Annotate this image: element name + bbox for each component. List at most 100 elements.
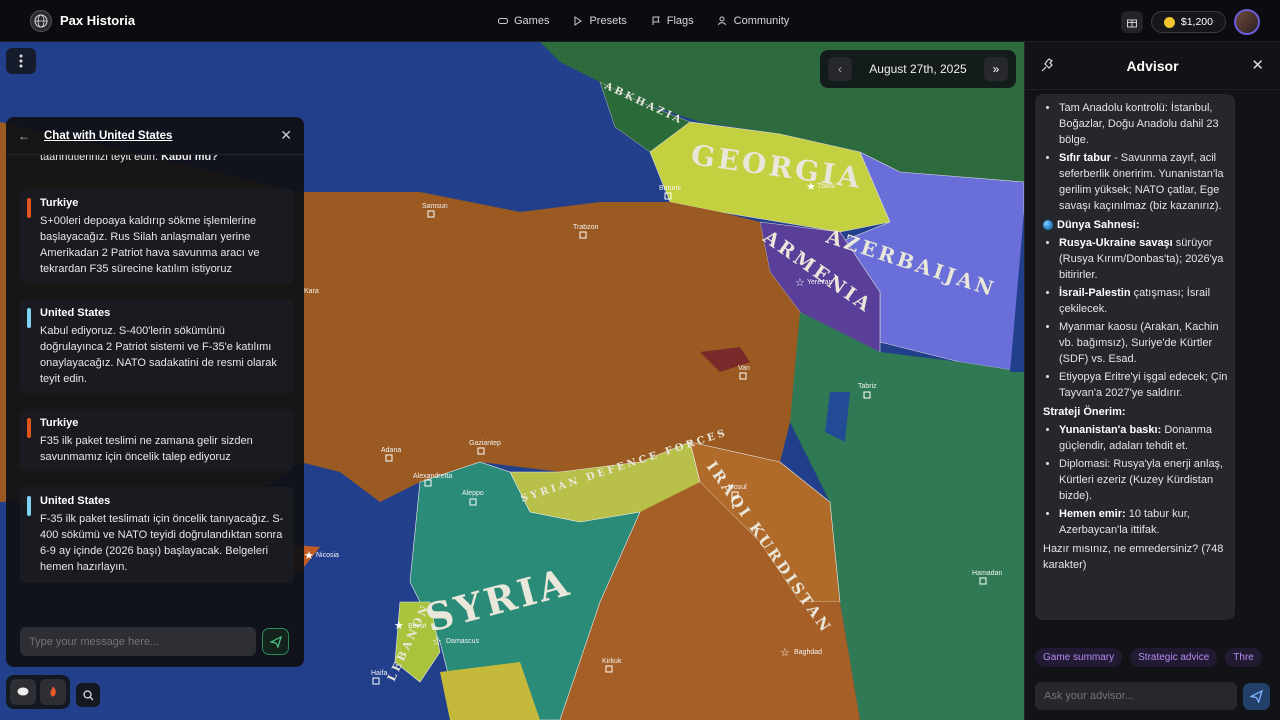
search-icon	[82, 689, 93, 700]
main-nav: Games Presets Flags Community	[498, 0, 789, 42]
diplomacy-chat-panel: ← Chat with United States ✕ taahhütlerin…	[6, 117, 304, 667]
chat-message: United States Kabul ediyoruz. S-400'leri…	[20, 299, 294, 393]
chip-strategic-advice[interactable]: Strategic advice	[1130, 648, 1218, 667]
city-label: Gaziantep	[469, 440, 501, 447]
chat-toggle-button[interactable]	[10, 679, 36, 705]
city-label: Haifa	[371, 670, 387, 677]
map-menu-button[interactable]	[6, 48, 36, 74]
globe-logo-icon	[30, 9, 52, 32]
chat-header: ← Chat with United States ✕	[6, 117, 304, 155]
list-item: Hemen emir: 10 tabur kur, Azerbaycan'la …	[1059, 506, 1233, 538]
users-icon	[717, 16, 726, 26]
message-sender: Turkiye	[40, 197, 79, 209]
sender-color-bar	[27, 496, 31, 516]
nav-games[interactable]: Games	[498, 15, 549, 27]
sender-color-bar	[27, 308, 31, 328]
message-text: S+00leri depoaya kaldırıp sökme işlemler…	[40, 215, 260, 275]
app-name: Pax Historia	[60, 13, 136, 28]
nav-presets-label: Presets	[589, 15, 627, 27]
nav-community[interactable]: Community	[717, 15, 789, 27]
balance-button[interactable]: $1,200	[1150, 11, 1226, 33]
capital-star-icon: ★	[394, 620, 404, 632]
advisor-toggle-button[interactable]	[40, 679, 66, 705]
user-avatar[interactable]	[1234, 9, 1260, 35]
nav-flags-label: Flags	[666, 15, 694, 27]
message-text: F-35 ilk paket teslimatı için öncelik ta…	[40, 513, 284, 573]
search-button[interactable]	[76, 683, 100, 707]
chevron-left-icon: ‹	[838, 62, 842, 76]
city-label: Yerevan	[807, 279, 833, 286]
city-label: Kirkuk	[602, 658, 622, 665]
chip-game-summary[interactable]: Game summary	[1035, 648, 1123, 667]
chip-threats[interactable]: Thre	[1225, 648, 1262, 667]
send-icon	[269, 635, 282, 648]
advance-date-button[interactable]: »	[983, 57, 1008, 81]
message-fragment: taahhütlerinizi teyit edin. Kabul mü?	[40, 155, 218, 163]
advisor-input[interactable]	[1035, 682, 1237, 710]
close-icon[interactable]: ✕	[1251, 56, 1264, 74]
play-icon	[574, 16, 583, 26]
advisor-message-content: Tam Anadolu kontrolü: İstanbul, Boğazlar…	[1043, 98, 1233, 573]
gift-button[interactable]	[1120, 11, 1143, 33]
message-sender: Turkiye	[40, 417, 79, 429]
chat-message-input[interactable]	[20, 627, 256, 656]
advisor-list-world: Rusya-Ukraine savaşı sürüyor (Rusya Kırı…	[1043, 235, 1233, 401]
advisor-closing: Hazır mısınız, ne emredersiniz? (748 kar…	[1043, 543, 1224, 571]
capital-star-icon: ☆	[795, 277, 805, 289]
globe-emoji-icon	[1043, 220, 1053, 230]
nav-presets[interactable]: Presets	[573, 15, 627, 27]
heading-text: Dünya Sahnesi:	[1057, 219, 1140, 231]
close-icon[interactable]: ✕	[280, 127, 292, 144]
chat-messages[interactable]: taahhütlerinizi teyit edin. Kabul mü? Tu…	[6, 155, 304, 611]
advisor-send-button[interactable]	[1243, 683, 1270, 710]
advisor-panel: Advisor ✕ Tam Anadolu kontrolü: İstanbul…	[1024, 42, 1280, 720]
chat-message: United States F-35 ilk paket teslimatı i…	[20, 487, 294, 583]
bottom-toolbar	[6, 675, 100, 709]
coin-icon	[1163, 16, 1175, 28]
chat-title[interactable]: Chat with United States	[44, 130, 280, 142]
nav-games-label: Games	[514, 15, 550, 27]
message-sender: United States	[40, 495, 111, 507]
pin-icon[interactable]	[1041, 58, 1055, 72]
city-label: Aleppo	[462, 490, 484, 497]
city-label: Samsun	[422, 203, 448, 210]
fragment-bold: Kabul mü?	[161, 155, 218, 163]
city-label: Nicosia	[316, 552, 339, 559]
top-navigation-bar: Pax Historia Games Presets Flags Communi…	[0, 0, 1280, 42]
city-label: Van	[738, 365, 750, 372]
advisor-message[interactable]: Tam Anadolu kontrolü: İstanbul, Boğazlar…	[1035, 94, 1235, 620]
list-item: İsrail-Palestin çatışması; İsrail çekile…	[1059, 285, 1233, 317]
item-text: Etiyopya Eritre'yi işgal edecek; Çin Tay…	[1059, 371, 1228, 399]
strategy-heading: Strateji Önerim:	[1043, 406, 1126, 418]
item-text: Tam Anadolu kontrolü: İstanbul, Boğazlar…	[1059, 102, 1219, 146]
send-icon	[1250, 690, 1263, 703]
city-label: Damascus	[446, 638, 480, 645]
item-bold: Yunanistan'a baskı:	[1059, 424, 1162, 436]
city-kara[interactable]: Kara	[304, 288, 319, 295]
message-text: F35 ilk paket teslimi ne zamana gelir si…	[40, 435, 253, 463]
prev-date-button[interactable]: ‹	[828, 57, 852, 81]
capital-star-icon: ★	[304, 550, 314, 562]
gamepad-icon	[498, 18, 508, 24]
nav-flags[interactable]: Flags	[651, 15, 694, 27]
list-item: Sıfır tabur - Savunma zayıf, acil seferb…	[1059, 150, 1233, 214]
capital-star-icon: ★	[806, 181, 816, 193]
current-date: August 27th, 2025	[869, 62, 967, 76]
panel-toggle-group	[6, 675, 70, 709]
capital-star-icon: ☆	[432, 636, 442, 648]
city-label: Batumi	[659, 185, 681, 192]
list-item: Etiyopya Eritre'yi işgal edecek; Çin Tay…	[1059, 369, 1233, 401]
city-label: Kara	[304, 288, 319, 295]
list-item: Yunanistan'a baskı: Donanma güçlendir, a…	[1059, 422, 1233, 454]
top-right-controls: $1,200	[1120, 9, 1260, 35]
city-label: Alexandretta	[413, 473, 452, 480]
item-bold: Sıfır tabur	[1059, 152, 1111, 164]
back-arrow-icon[interactable]: ←	[18, 129, 30, 143]
chat-send-button[interactable]	[262, 628, 289, 655]
sender-color-bar	[27, 198, 31, 218]
fragment-text: taahhütlerinizi teyit edin.	[40, 155, 162, 163]
list-item: Tam Anadolu kontrolü: İstanbul, Boğazlar…	[1059, 100, 1233, 148]
app-logo[interactable]: Pax Historia	[30, 9, 136, 32]
city-label: Tbilisi	[817, 183, 835, 190]
item-bold: Rusya-Ukraine savaşı	[1059, 237, 1173, 249]
